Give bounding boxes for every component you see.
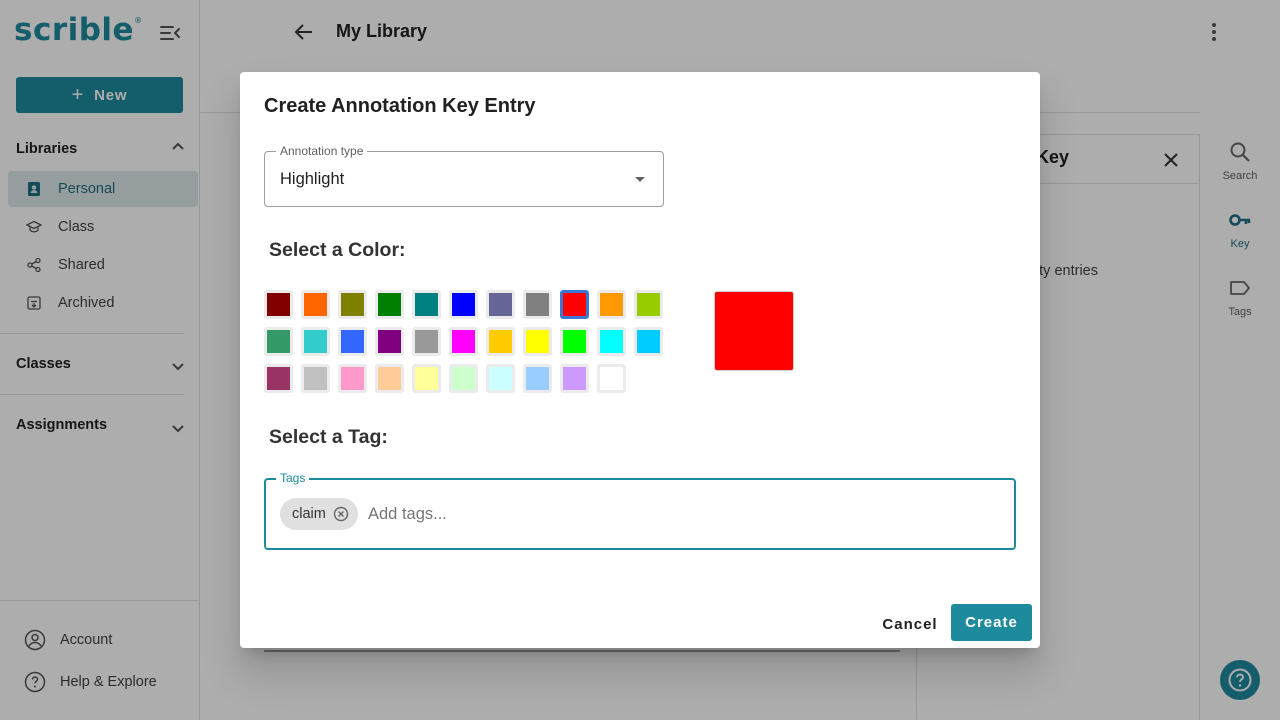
color-swatch[interactable] [412,290,441,319]
color-swatch[interactable] [634,327,663,356]
color-swatch[interactable] [597,364,626,393]
remove-tag-icon[interactable] [332,505,350,523]
color-swatch[interactable] [375,327,404,356]
color-swatch[interactable] [597,327,626,356]
annotation-type-select[interactable]: Annotation type Highlight [264,144,664,207]
color-swatch[interactable] [449,290,478,319]
color-swatch[interactable] [301,364,330,393]
color-swatch[interactable] [486,364,515,393]
annotation-type-value: Highlight [280,170,345,188]
color-swatch[interactable] [264,364,293,393]
color-swatch[interactable] [597,290,626,319]
select-color-heading: Select a Color: [269,239,406,261]
color-swatch[interactable] [486,327,515,356]
color-swatch[interactable] [264,290,293,319]
dialog-title: Create Annotation Key Entry [264,95,536,117]
color-swatch[interactable] [375,290,404,319]
color-swatch[interactable] [301,290,330,319]
color-palette [264,290,663,393]
tags-field-label: Tags [276,471,310,485]
create-button[interactable]: Create [951,604,1032,641]
dropdown-arrow-icon [635,177,645,182]
color-swatch[interactable] [412,364,441,393]
color-swatch[interactable] [486,290,515,319]
tag-chip: claim [280,498,358,530]
color-swatch[interactable] [523,364,552,393]
cancel-button[interactable]: Cancel [873,606,947,642]
color-swatch[interactable] [412,327,441,356]
tag-chip-label: claim [292,506,326,522]
tags-field[interactable]: Tags claim [264,471,1016,550]
color-swatch[interactable] [523,327,552,356]
color-swatch[interactable] [264,327,293,356]
add-tags-input[interactable] [368,500,968,528]
color-swatch[interactable] [338,364,367,393]
color-swatch[interactable] [449,327,478,356]
color-swatch[interactable] [560,290,589,319]
color-swatch[interactable] [449,364,478,393]
color-swatch[interactable] [375,364,404,393]
color-swatch[interactable] [634,290,663,319]
annotation-type-label: Annotation type [276,144,368,158]
selected-color-preview [714,291,794,371]
color-swatch[interactable] [338,327,367,356]
color-swatch[interactable] [523,290,552,319]
color-swatch[interactable] [301,327,330,356]
color-swatch[interactable] [560,327,589,356]
color-swatch[interactable] [560,364,589,393]
select-tag-heading: Select a Tag: [269,426,388,448]
create-annotation-key-dialog: Create Annotation Key Entry Annotation t… [240,72,1040,648]
color-swatch[interactable] [338,290,367,319]
